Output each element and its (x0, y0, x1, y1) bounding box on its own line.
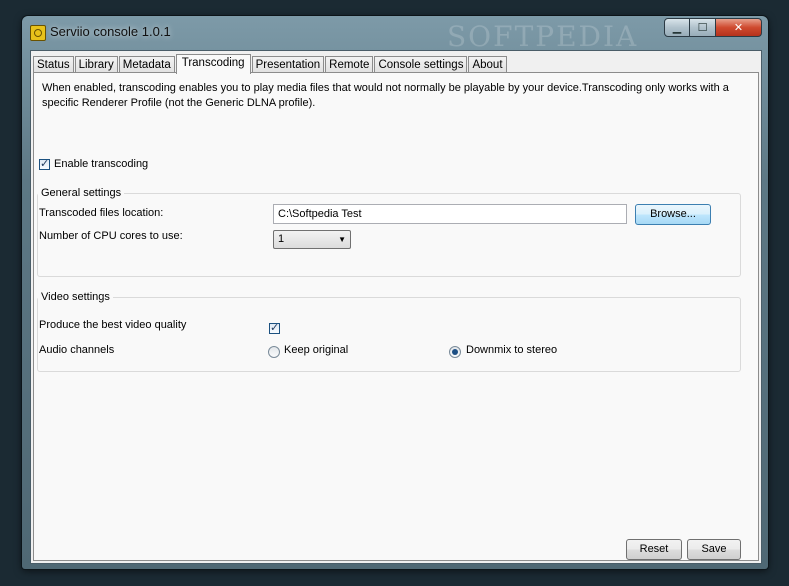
app-window: Serviio console 1.0.1 SOFTPEDIA ▁ ☐ ✕ St… (22, 16, 768, 569)
cpu-cores-value: 1 (278, 233, 285, 245)
tab-strip: Status Library Metadata Transcoding Pres… (33, 53, 508, 74)
minimize-button[interactable]: ▁ (664, 18, 690, 37)
tab-console-settings[interactable]: Console settings (374, 56, 468, 73)
cpu-cores-label: Number of CPU cores to use: (39, 230, 183, 242)
video-quality-label: Produce the best video quality (39, 319, 187, 331)
downmix-stereo-radio[interactable] (449, 346, 461, 358)
save-button[interactable]: Save (687, 539, 741, 560)
serviio-app-icon (30, 25, 46, 41)
reset-button[interactable]: Reset (626, 539, 682, 560)
maximize-button[interactable]: ☐ (690, 18, 716, 37)
tab-remote[interactable]: Remote (325, 56, 374, 73)
enable-transcoding-checkbox[interactable] (39, 157, 50, 170)
video-settings-title: Video settings (38, 291, 113, 303)
video-settings-group (37, 297, 741, 372)
tab-library[interactable]: Library (74, 56, 118, 73)
transcoding-panel: When enabled, transcoding enables you to… (33, 72, 759, 561)
cpu-cores-select[interactable]: 1 ▼ (273, 230, 351, 249)
caption-buttons: ▁ ☐ ✕ (664, 18, 762, 38)
tab-about[interactable]: About (468, 56, 507, 73)
browse-button[interactable]: Browse... (635, 204, 711, 225)
window-title: Serviio console 1.0.1 (50, 24, 171, 39)
title-bar[interactable]: Serviio console 1.0.1 SOFTPEDIA ▁ ☐ ✕ (22, 16, 768, 53)
keep-original-label: Keep original (284, 344, 349, 356)
transcoding-description: When enabled, transcoding enables you to… (42, 82, 729, 109)
video-quality-checkbox[interactable] (269, 321, 280, 334)
chevron-down-icon: ▼ (338, 235, 346, 244)
general-settings-title: General settings (38, 187, 125, 199)
tab-presentation[interactable]: Presentation (251, 56, 325, 73)
client-area: Status Library Metadata Transcoding Pres… (30, 50, 762, 564)
audio-channels-label: Audio channels (39, 344, 115, 356)
location-label: Transcoded files location: (39, 207, 164, 219)
keep-original-radio[interactable] (268, 346, 280, 358)
downmix-stereo-label: Downmix to stereo (466, 344, 558, 356)
tab-status[interactable]: Status (33, 56, 74, 73)
watermark: SOFTPEDIA (447, 20, 639, 53)
tab-transcoding[interactable]: Transcoding (175, 54, 251, 74)
location-input[interactable]: C:\Softpedia Test (273, 204, 627, 224)
close-button[interactable]: ✕ (716, 18, 762, 37)
enable-transcoding-label: Enable transcoding (54, 158, 149, 170)
tab-metadata[interactable]: Metadata (118, 56, 175, 73)
